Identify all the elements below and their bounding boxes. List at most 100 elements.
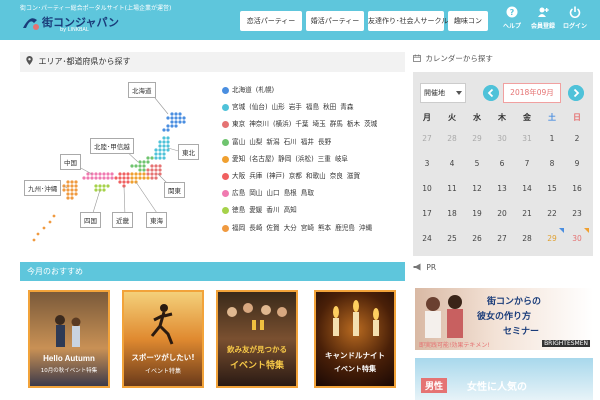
calendar-day[interactable]: 20 <box>490 203 514 225</box>
prefecture-link[interactable]: (浜松) <box>295 155 313 163</box>
location-select[interactable]: 開催地 <box>420 83 466 103</box>
prefecture-link[interactable]: (名古屋) <box>249 155 274 163</box>
prefecture-link[interactable]: 香川 <box>266 206 279 214</box>
prefecture-link[interactable]: 愛知 <box>232 155 245 163</box>
prefecture-link[interactable]: 鹿児島 <box>335 224 355 232</box>
help-button[interactable]: ? ヘルプ <box>497 6 527 30</box>
prefecture-link[interactable]: 京都 <box>289 172 302 180</box>
nav-hobby-kon[interactable]: 趣味コン <box>448 11 488 31</box>
calendar-day[interactable]: 15 <box>540 178 564 200</box>
calendar-day[interactable]: 11 <box>440 178 464 200</box>
register-button[interactable]: 会員登録 <box>528 6 558 30</box>
calendar-day[interactable]: 9 <box>565 153 589 175</box>
prefecture-link[interactable]: 福島 <box>306 103 319 111</box>
prefecture-link[interactable]: 沖縄 <box>359 224 372 232</box>
prefecture-link[interactable]: (仙台) <box>249 103 267 111</box>
calendar-day[interactable]: 17 <box>415 203 439 225</box>
calendar-day[interactable]: 1 <box>540 128 564 150</box>
calendar-day[interactable]: 14 <box>515 178 539 200</box>
next-month-button[interactable] <box>568 85 584 101</box>
calendar-day[interactable]: 27 <box>490 228 514 250</box>
prefecture-link[interactable]: 滋賀 <box>347 172 360 180</box>
prefecture-link[interactable]: 広島 <box>232 189 245 197</box>
prefecture-link[interactable]: (札幌) <box>256 86 274 94</box>
calendar-day[interactable]: 7 <box>515 153 539 175</box>
calendar-day[interactable]: 30 <box>565 228 589 250</box>
prefecture-link[interactable]: 高知 <box>284 206 297 214</box>
region-hokuriku-koshinetsu[interactable]: 北陸･甲信越 <box>90 138 134 154</box>
calendar-day[interactable]: 30 <box>490 128 514 150</box>
calendar-day[interactable]: 28 <box>515 228 539 250</box>
prefecture-link[interactable]: 鳥取 <box>301 189 314 197</box>
pr-banner-popular[interactable]: 男性 女性に人気の <box>415 358 593 400</box>
prefecture-link[interactable]: 宮崎 <box>301 224 314 232</box>
prefecture-link[interactable]: 大阪 <box>232 172 245 180</box>
calendar-day[interactable]: 27 <box>415 128 439 150</box>
prefecture-link[interactable]: 秋田 <box>323 103 336 111</box>
calendar-day[interactable]: 23 <box>565 203 589 225</box>
prefecture-link[interactable]: 山梨 <box>249 138 262 146</box>
calendar-day[interactable]: 3 <box>415 153 439 175</box>
calendar-day[interactable]: 25 <box>440 228 464 250</box>
region-chugoku[interactable]: 中国 <box>60 154 81 170</box>
prefecture-link[interactable]: 和歌山 <box>306 172 326 180</box>
prev-month-button[interactable] <box>483 85 499 101</box>
prefecture-link[interactable]: 北海道 <box>232 86 252 94</box>
calendar-day[interactable]: 28 <box>440 128 464 150</box>
prefecture-link[interactable]: 埼玉 <box>313 120 326 128</box>
prefecture-link[interactable]: 宮城 <box>232 103 245 111</box>
calendar-day[interactable]: 31 <box>515 128 539 150</box>
region-tohoku[interactable]: 東北 <box>178 144 199 160</box>
prefecture-link[interactable]: 兵庫 <box>249 172 262 180</box>
region-shikoku[interactable]: 四国 <box>80 212 101 228</box>
prefecture-link[interactable]: 徳島 <box>232 206 245 214</box>
calendar-day[interactable]: 12 <box>465 178 489 200</box>
recommend-card-sports[interactable]: スポーツがしたい! イベント特集 <box>122 290 204 388</box>
calendar-day[interactable]: 26 <box>465 228 489 250</box>
prefecture-link[interactable]: 福井 <box>301 138 314 146</box>
prefecture-link[interactable]: 青森 <box>340 103 353 111</box>
calendar-day[interactable]: 18 <box>440 203 464 225</box>
prefecture-link[interactable]: 茨城 <box>364 120 377 128</box>
prefecture-link[interactable]: 長野 <box>318 138 331 146</box>
recommend-card-drinking[interactable]: 飲み友が見つかる イベント特集 <box>216 290 298 388</box>
prefecture-link[interactable]: 三重 <box>318 155 331 163</box>
prefecture-link[interactable]: 新潟 <box>266 138 279 146</box>
prefecture-link[interactable]: 熊本 <box>318 224 331 232</box>
prefecture-link[interactable]: 山口 <box>266 189 279 197</box>
prefecture-link[interactable]: 石川 <box>284 138 297 146</box>
prefecture-link[interactable]: 福岡 <box>232 224 245 232</box>
calendar-day[interactable]: 29 <box>465 128 489 150</box>
prefecture-link[interactable]: (横浜) <box>273 120 291 128</box>
calendar-day[interactable]: 10 <box>415 178 439 200</box>
prefecture-link[interactable]: 東京 <box>232 120 245 128</box>
prefecture-link[interactable]: 静岡 <box>278 155 291 163</box>
nav-friends-circle[interactable]: 友達作り･社会人サークル <box>368 11 448 31</box>
prefecture-link[interactable]: 奈良 <box>330 172 343 180</box>
recommend-card-autumn[interactable]: Hello Autumn 10月の秋イベント特集 <box>28 290 110 388</box>
login-button[interactable]: ログイン <box>560 6 590 30</box>
prefecture-link[interactable]: 愛媛 <box>249 206 262 214</box>
calendar-day[interactable]: 13 <box>490 178 514 200</box>
region-kanto[interactable]: 関東 <box>164 182 185 198</box>
pr-banner-seminar[interactable]: 街コンからの 彼女の作り方 セミナー 即実践可能!効果テキメン! BRIGHTE… <box>415 288 593 350</box>
prefecture-link[interactable]: 栃木 <box>347 120 360 128</box>
calendar-day[interactable]: 2 <box>565 128 589 150</box>
nav-konkatsu-party[interactable]: 婚活パーティー <box>306 11 364 31</box>
calendar-day[interactable]: 6 <box>490 153 514 175</box>
calendar-day[interactable]: 29 <box>540 228 564 250</box>
calendar-day[interactable]: 4 <box>440 153 464 175</box>
region-kinki[interactable]: 近畿 <box>112 212 133 228</box>
calendar-day[interactable]: 19 <box>465 203 489 225</box>
recommend-card-candle[interactable]: キャンドルナイト イベント特集 <box>314 290 396 388</box>
prefecture-link[interactable]: 大分 <box>284 224 297 232</box>
calendar-day[interactable]: 8 <box>540 153 564 175</box>
calendar-day[interactable]: 24 <box>415 228 439 250</box>
prefecture-link[interactable]: 山形 <box>272 103 285 111</box>
prefecture-link[interactable]: 佐賀 <box>266 224 279 232</box>
prefecture-link[interactable]: 神奈川 <box>249 120 269 128</box>
calendar-day[interactable]: 21 <box>515 203 539 225</box>
prefecture-link[interactable]: 岡山 <box>249 189 262 197</box>
nav-renkatsu-party[interactable]: 恋活パーティー <box>240 11 302 31</box>
prefecture-link[interactable]: 岐阜 <box>335 155 348 163</box>
